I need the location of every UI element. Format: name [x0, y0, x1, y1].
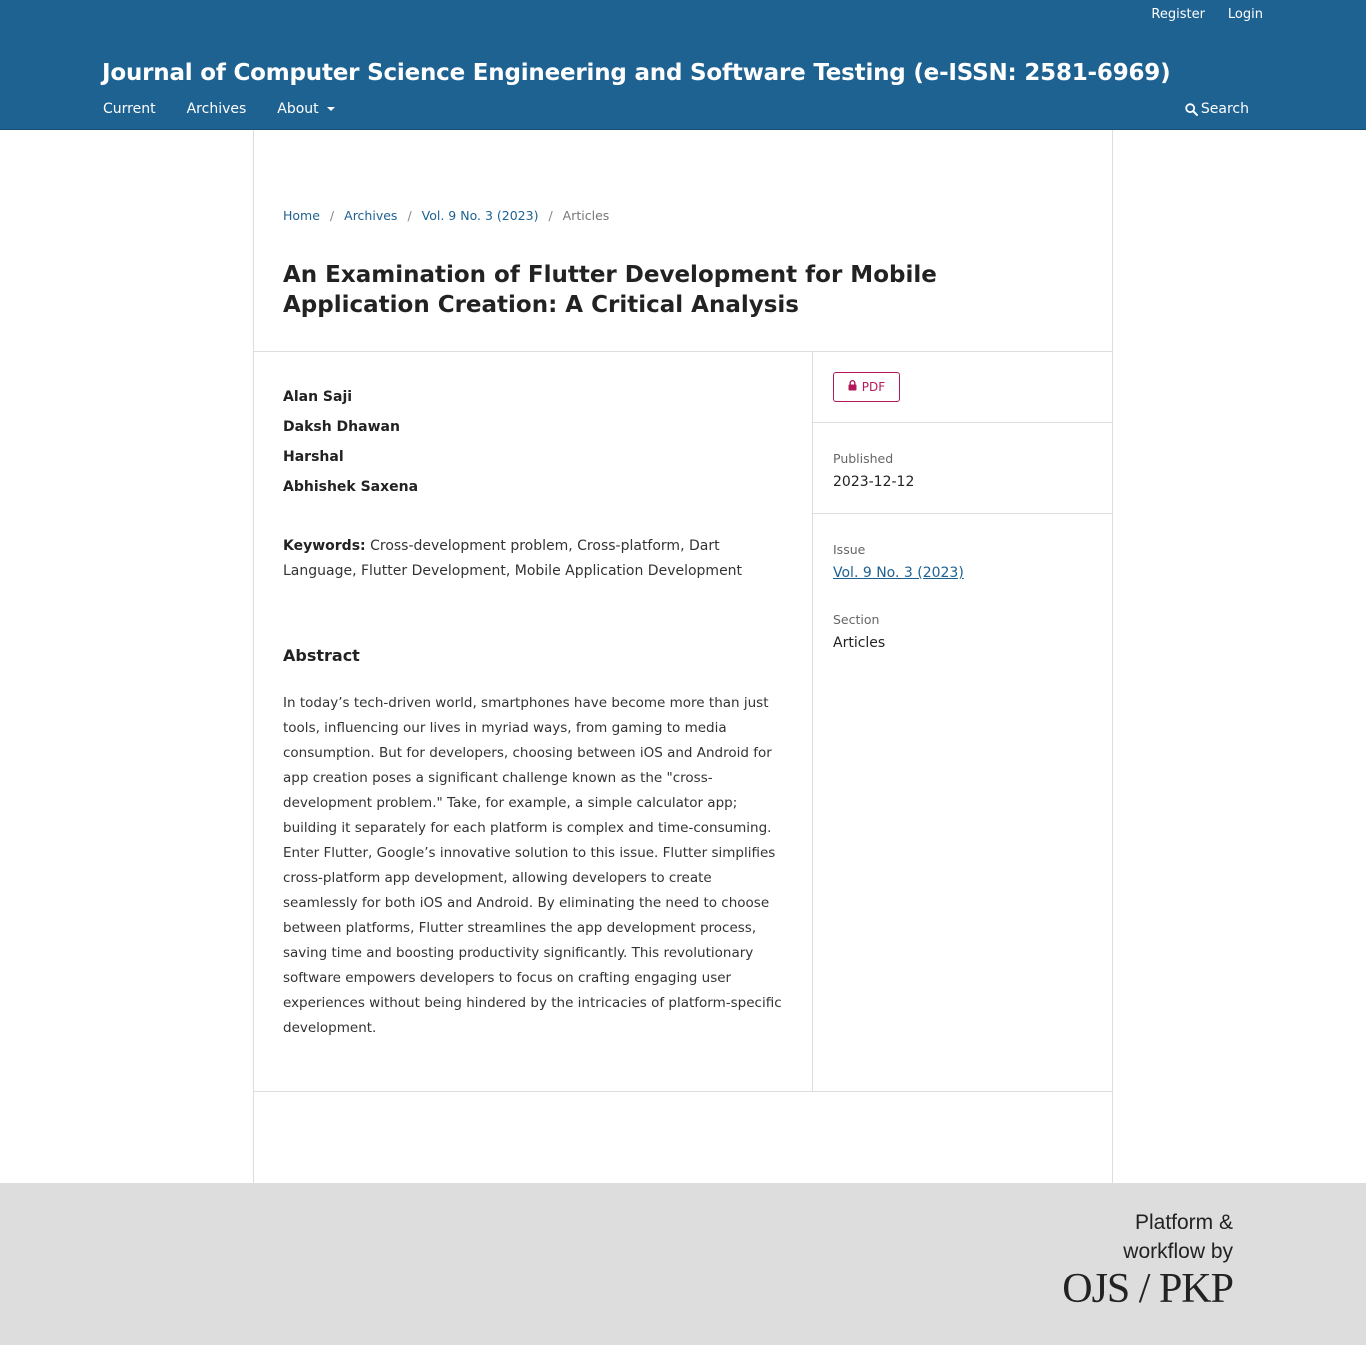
published-label: Published	[833, 451, 894, 466]
site-header: Register Login Journal of Computer Scien…	[0, 0, 1366, 130]
search-link[interactable]: Search	[1185, 101, 1249, 117]
article-title: An Examination of Flutter Development fo…	[283, 262, 937, 318]
breadcrumb-home[interactable]: Home	[283, 208, 320, 223]
author-name: Alan Saji	[283, 389, 353, 405]
nav-archives-label: Archives	[186, 101, 247, 117]
pkp-brand-line2: workflow by	[1123, 1240, 1233, 1263]
breadcrumb-current: Articles	[562, 208, 610, 223]
nav-archives[interactable]: Archives	[187, 101, 247, 117]
register-link[interactable]: Register	[1151, 7, 1205, 22]
divider	[254, 1091, 1112, 1092]
caret-down-icon	[326, 107, 335, 111]
login-link[interactable]: Login	[1228, 7, 1263, 22]
abstract-heading: Abstract	[283, 646, 360, 665]
keywords-label: Keywords:	[283, 538, 366, 554]
breadcrumb-issue[interactable]: Vol. 9 No. 3 (2023)	[422, 208, 539, 223]
nav-current[interactable]: Current	[103, 101, 156, 117]
divider	[254, 351, 1112, 352]
pkp-brand-line1: Platform &	[1134, 1211, 1233, 1234]
issue-value: Vol. 9 No. 3 (2023)	[833, 565, 964, 581]
divider	[813, 513, 1112, 514]
pdf-label: PDF	[861, 380, 886, 394]
author-list: Alan Saji Daksh Dhawan Harshal Abhishek …	[283, 382, 418, 502]
search-label: Search	[1200, 101, 1249, 117]
divider	[813, 422, 1112, 423]
pkp-brand-link[interactable]: Platform & workflow by OJS / PKP	[1062, 1208, 1234, 1312]
breadcrumb-separator: /	[407, 208, 412, 223]
author-name: Daksh Dhawan	[283, 419, 400, 435]
pdf-download-button[interactable]: PDF	[833, 372, 900, 402]
breadcrumb-separator: /	[548, 208, 553, 223]
nav-current-label: Current	[103, 101, 156, 117]
abstract-text: In today’s tech-driven world, smartphone…	[283, 695, 782, 1036]
nav-about-label: About	[277, 101, 319, 117]
ojs-pkp-logo: OJS / PKP	[1062, 1266, 1234, 1312]
primary-nav: Current Archives About	[103, 101, 335, 117]
search-icon	[1185, 103, 1198, 116]
breadcrumb-separator: /	[329, 208, 335, 223]
author-name: Abhishek Saxena	[283, 479, 419, 495]
lock-icon	[848, 380, 857, 394]
site-title[interactable]: Journal of Computer Science Engineering …	[102, 60, 1171, 86]
article-page: Home / Archives / Vol. 9 No. 3 (2023) / …	[253, 130, 1113, 1183]
issue-label: Issue	[833, 542, 866, 557]
section-value: Articles	[833, 635, 886, 651]
site-footer: Platform & workflow by OJS / PKP	[0, 1183, 1366, 1345]
issue-link[interactable]: Vol. 9 No. 3 (2023)	[833, 565, 964, 581]
breadcrumb-archives[interactable]: Archives	[344, 208, 397, 223]
nav-about[interactable]: About	[277, 101, 335, 117]
keywords: Keywords: Cross-development problem, Cro…	[283, 534, 783, 584]
section-label: Section	[833, 612, 880, 627]
breadcrumb: Home / Archives / Vol. 9 No. 3 (2023) / …	[283, 208, 609, 223]
user-nav: Register Login	[1151, 7, 1263, 22]
column-divider	[812, 351, 813, 1091]
published-date: 2023-12-12	[833, 474, 915, 490]
author-name: Harshal	[283, 449, 344, 465]
